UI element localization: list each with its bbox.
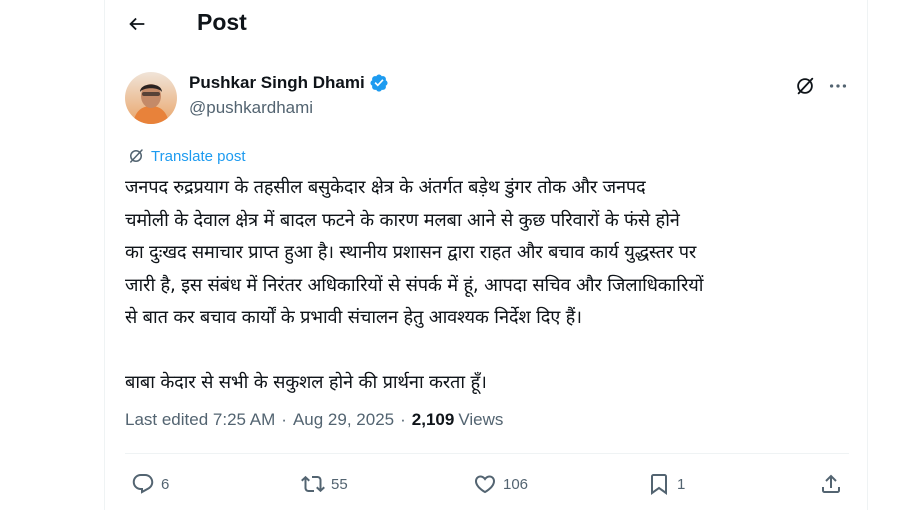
translate-label[interactable]: Translate post	[151, 148, 246, 165]
like-count: 106	[503, 475, 529, 493]
post-meta: Last edited 7:25 AM · Aug 29, 2025 · 2,1…	[125, 410, 503, 430]
post-text: जनपद रुद्रप्रयाग के तहसील बसुकेदार क्षेत…	[125, 177, 704, 393]
verified-badge-icon	[370, 74, 388, 92]
author-name[interactable]: Pushkar Singh Dhami	[189, 73, 365, 93]
bookmark-count: 1	[677, 475, 686, 493]
more-options-button[interactable]	[823, 74, 853, 98]
author-info: Pushkar Singh Dhami @pushkardhami	[189, 73, 389, 118]
bookmark-icon	[651, 474, 667, 495]
post-column: Post Pushkar Singh Dhami @pushkardhami T…	[104, 0, 868, 510]
translate-post-link[interactable]: Translate post	[127, 147, 246, 165]
reply-button[interactable]: 6	[131, 472, 169, 496]
bookmark-button[interactable]: 1	[647, 472, 685, 496]
post-date[interactable]: Aug 29, 2025	[293, 410, 394, 430]
share-icon	[822, 474, 840, 493]
like-icon	[474, 475, 496, 494]
translate-icon	[130, 149, 143, 163]
action-bar: 6 55 106 1	[105, 472, 867, 504]
meta-separator: ·	[400, 410, 406, 429]
repost-count: 55	[331, 475, 348, 493]
grok-icon	[797, 77, 814, 95]
back-button[interactable]	[119, 6, 155, 42]
header: Post	[105, 0, 867, 48]
reply-icon	[132, 474, 154, 494]
last-edited[interactable]: Last edited 7:25 AM	[125, 410, 275, 430]
grok-button[interactable]	[793, 74, 817, 98]
divider	[125, 453, 849, 454]
share-button[interactable]	[819, 472, 843, 496]
views-label: Views	[458, 410, 504, 429]
repost-icon	[301, 475, 325, 493]
like-button[interactable]: 106	[473, 472, 528, 496]
repost-button[interactable]: 55	[301, 472, 348, 496]
back-arrow-icon	[129, 17, 145, 31]
views-count: 2,109	[411, 410, 455, 429]
reply-count: 6	[161, 475, 170, 493]
meta-separator: ·	[281, 410, 287, 429]
page-title: Post	[197, 9, 247, 35]
avatar[interactable]	[125, 72, 177, 124]
more-icon	[829, 84, 847, 88]
author-handle[interactable]: @pushkardhami	[189, 98, 389, 118]
